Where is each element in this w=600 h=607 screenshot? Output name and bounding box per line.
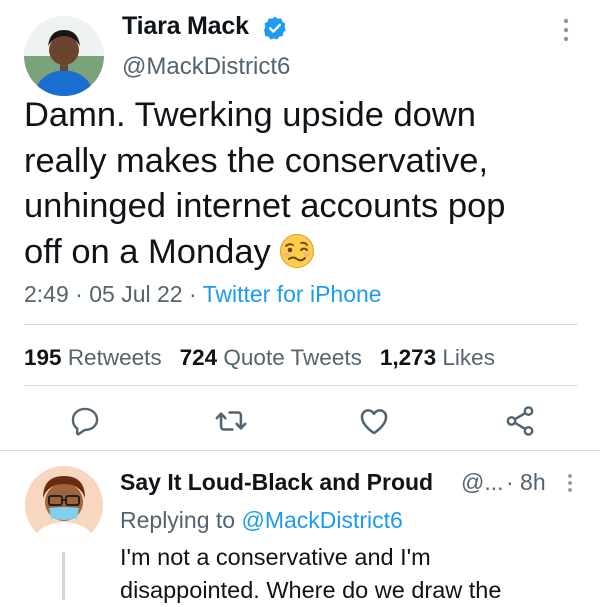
like-icon[interactable] <box>357 404 391 438</box>
more-options-icon[interactable] <box>556 15 576 45</box>
quotes-count: 724 <box>179 345 218 370</box>
tweet-time[interactable]: 2:49 <box>24 281 69 307</box>
reply-text: I'm not a conservative and I'm disappoin… <box>120 544 502 603</box>
replying-to-prefix: Replying to <box>120 507 242 533</box>
tweet-stats: 195 Retweets 724 Quote Tweets 1,273 Likes <box>24 345 495 371</box>
reply-author-avatar[interactable] <box>25 466 103 544</box>
likes-stat[interactable]: 1,273 Likes <box>380 345 495 370</box>
woozy-face-emoji-icon <box>279 234 314 269</box>
meta-separator: · <box>182 281 203 307</box>
retweets-count: 195 <box>24 345 62 370</box>
tweet-source[interactable]: Twitter for iPhone <box>203 281 382 307</box>
meta-separator: · <box>68 281 90 307</box>
tweet-text: Damn. Twerking upside down really makes … <box>24 93 584 276</box>
reply-more-options-icon[interactable] <box>563 471 577 495</box>
quote-tweets-stat[interactable]: 724 Quote Tweets <box>180 345 362 370</box>
author-handle[interactable]: @MackDistrict6 <box>122 53 290 81</box>
reply-icon[interactable] <box>68 404 102 438</box>
reply-author-handle[interactable]: @... <box>461 469 504 496</box>
retweets-label: Retweets <box>67 345 162 370</box>
verified-badge-icon <box>264 16 286 40</box>
reply-time[interactable]: · 8h <box>506 469 546 496</box>
thread-line <box>62 552 65 600</box>
divider <box>0 450 600 451</box>
reply-author-name[interactable]: Say It Loud-Black and Proud <box>120 469 433 496</box>
divider <box>24 385 578 386</box>
divider <box>24 324 578 325</box>
author-avatar[interactable] <box>24 16 104 96</box>
retweets-stat[interactable]: 195 Retweets <box>24 345 162 370</box>
share-icon[interactable] <box>503 404 537 438</box>
replying-to: Replying to @MackDistrict6 <box>120 507 403 534</box>
author-name[interactable]: Tiara Mack <box>122 12 249 41</box>
likes-count: 1,273 <box>379 345 437 370</box>
tweet-text-body: Damn. Twerking upside down really makes … <box>24 96 506 272</box>
tweet-date[interactable]: 05 Jul 22 <box>89 281 182 307</box>
likes-label: Likes <box>442 345 495 370</box>
tweet-meta: 2:49 · 05 Jul 22 · Twitter for iPhone <box>24 281 382 308</box>
quotes-label: Quote Tweets <box>223 345 362 370</box>
retweet-icon[interactable] <box>214 404 248 438</box>
replying-to-mention[interactable]: @MackDistrict6 <box>241 507 402 533</box>
